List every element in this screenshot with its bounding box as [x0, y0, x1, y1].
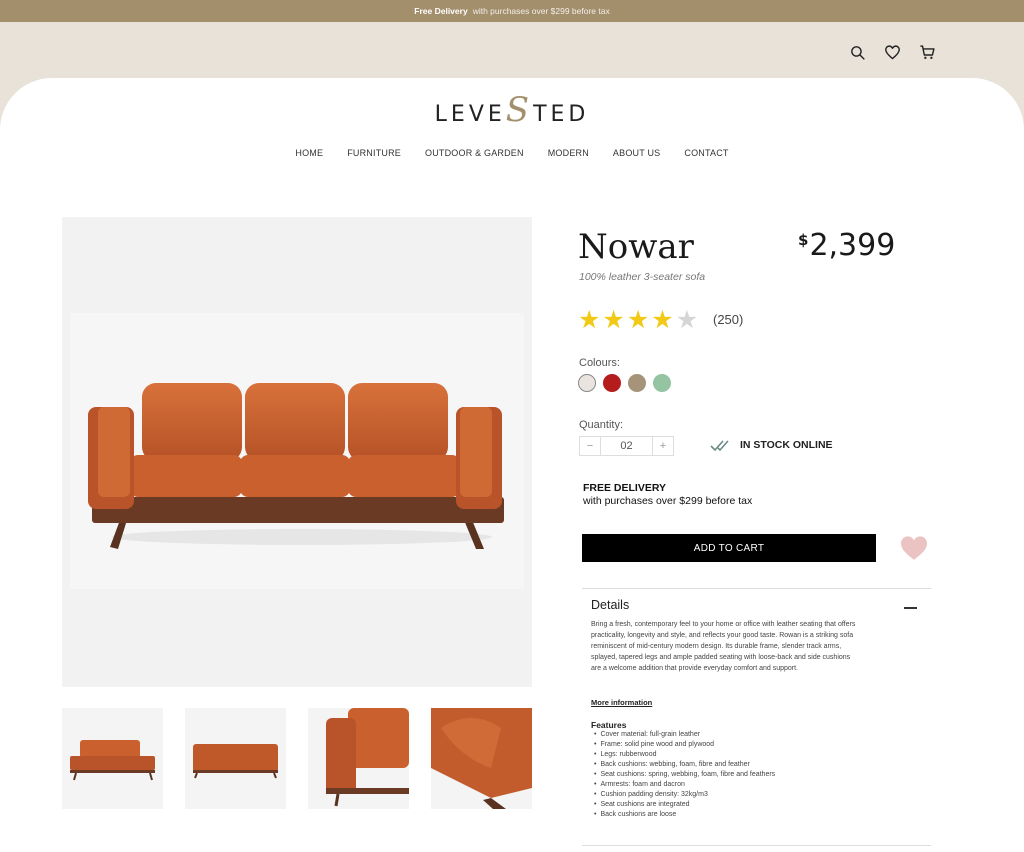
rating-stars[interactable]: ★ ★ ★ ★ ★: [578, 307, 698, 332]
search-icon[interactable]: [849, 44, 866, 61]
feature-item: Seat cushions: spring, webbing, foam, fi…: [594, 770, 775, 780]
nav-home[interactable]: HOME: [295, 148, 323, 158]
delivery-text: with purchases over $299 before tax: [583, 495, 753, 507]
star-filled-icon: ★: [651, 305, 674, 334]
features-list: Cover material: full-grain leatherFrame:…: [594, 730, 775, 820]
nav-outdoor-garden[interactable]: OUTDOOR & GARDEN: [425, 148, 524, 158]
feature-item: Back cushions are loose: [594, 810, 775, 820]
collapse-icon[interactable]: [904, 607, 917, 609]
feature-item: Cushion padding density: 32kg/m3: [594, 790, 775, 800]
feature-item: Legs: rubberwood: [594, 750, 775, 760]
thumbnail-3[interactable]: [308, 708, 409, 809]
product-name: Nowar: [578, 227, 694, 267]
star-filled-icon: ★: [626, 305, 650, 334]
nav-modern[interactable]: MODERN: [548, 148, 589, 158]
star-filled-icon: ★: [578, 305, 601, 334]
feature-item: Frame: solid pine wood and plywood: [594, 740, 775, 750]
colours-label: Colours:: [579, 357, 620, 369]
more-information-link[interactable]: More information: [591, 698, 652, 707]
quantity-stepper: − 02 +: [579, 436, 674, 456]
star-filled-icon: ★: [602, 305, 625, 334]
colour-swatches: [578, 374, 671, 392]
feature-item: Armrests: foam and dacron: [594, 780, 775, 790]
features-heading: Features: [591, 720, 627, 730]
quantity-increment-button[interactable]: +: [653, 440, 673, 452]
product-main-image[interactable]: [62, 217, 532, 687]
promo-banner: Free Delivery with purchases over $299 b…: [0, 0, 1024, 22]
thumbnail-2[interactable]: [185, 708, 286, 809]
product-subtitle: 100% leather 3-seater sofa: [579, 271, 706, 283]
quantity-input[interactable]: 02: [600, 437, 653, 455]
thumb-sofa-back: [193, 744, 278, 779]
details-heading[interactable]: Details: [591, 598, 629, 612]
logo-part-2: TED: [533, 102, 590, 127]
delivery-title: FREE DELIVERY: [583, 482, 667, 494]
nav-contact[interactable]: CONTACT: [684, 148, 728, 158]
stock-status: IN STOCK ONLINE: [710, 438, 833, 452]
feature-item: Cover material: full-grain leather: [594, 730, 775, 740]
add-to-cart-button[interactable]: ADD TO CART: [582, 534, 876, 562]
nav-furniture[interactable]: FURNITURE: [347, 148, 401, 158]
promo-bold: Free Delivery: [414, 6, 468, 16]
stock-text: IN STOCK ONLINE: [740, 439, 833, 451]
thumbnail-1[interactable]: [62, 708, 163, 809]
thumbnail-4[interactable]: [431, 708, 532, 809]
star-empty-icon: ★: [675, 305, 699, 334]
logo-part-1: LEVE: [434, 102, 506, 127]
colour-swatch-3[interactable]: [628, 374, 646, 392]
product-price: $2,399: [798, 228, 895, 263]
brand-logo[interactable]: LEVESTED: [0, 93, 1024, 127]
promo-text: with purchases over $299 before tax: [472, 6, 610, 16]
heart-icon[interactable]: [884, 44, 901, 61]
double-check-icon: [710, 440, 729, 452]
wishlist-heart-icon[interactable]: [899, 535, 929, 561]
quantity-decrement-button[interactable]: −: [580, 440, 600, 452]
rating-count[interactable]: (250): [713, 312, 743, 327]
thumb-sofa-arm: [326, 708, 409, 807]
feature-item: Seat cushions are integrated: [594, 800, 775, 810]
divider-bottom: [582, 845, 931, 846]
details-description: Bring a fresh, contemporary feel to your…: [591, 621, 856, 672]
delivery-info: FREE DELIVERY with purchases over $299 b…: [583, 482, 752, 508]
cart-icon[interactable]: [919, 44, 936, 61]
thumb-sofa-angle: [70, 740, 155, 781]
currency-symbol: $: [798, 231, 809, 249]
colour-swatch-4[interactable]: [653, 374, 671, 392]
thumb-sofa-detail: [431, 708, 532, 809]
divider-top: [582, 588, 931, 589]
price-value: 2,399: [809, 228, 896, 263]
colour-swatch-2[interactable]: [603, 374, 621, 392]
quantity-label: Quantity:: [579, 419, 624, 431]
main-nav: HOME FURNITURE OUTDOOR & GARDEN MODERN A…: [0, 148, 1024, 158]
colour-swatch-1[interactable]: [578, 374, 596, 392]
header-icons: [849, 44, 936, 61]
nav-about-us[interactable]: ABOUT US: [613, 148, 660, 158]
logo-accent-letter: S: [505, 90, 534, 130]
sofa-image: [88, 383, 504, 549]
feature-item: Back cushions: webbing, foam, fibre and …: [594, 760, 775, 770]
